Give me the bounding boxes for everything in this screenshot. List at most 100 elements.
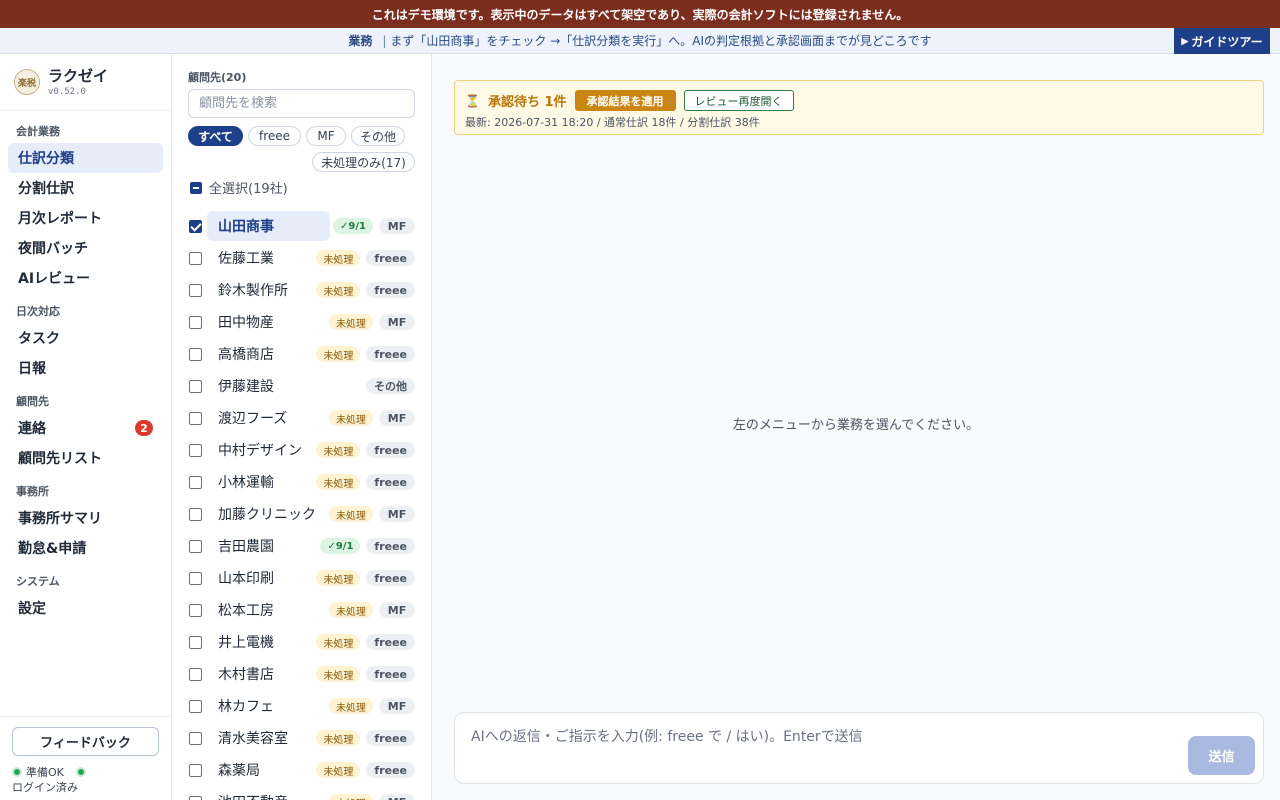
client-checkbox[interactable] [189,476,202,489]
client-checkbox[interactable] [189,252,202,265]
nav-section-title: 会計業務 [16,125,60,138]
sidebar-item-label: 月次レポート [18,211,102,227]
filter-mf[interactable]: MF [306,126,346,146]
client-name[interactable]: 加藤クリニック [207,499,330,529]
client-row: 鈴木製作所 未処理 freee [172,274,431,306]
guide-text: まず「山田商事」をチェック →「仕訳分類を実行」へ。AIの判定根拠と承認画面まで… [390,34,932,48]
client-checkbox[interactable] [189,668,202,681]
client-checkbox[interactable] [189,284,202,297]
client-tags: 未処理 freee [316,346,415,362]
client-software-badge: その他 [366,378,415,394]
client-software-badge: freee [366,570,415,586]
send-button[interactable]: 送信 [1188,736,1255,775]
client-name[interactable]: 井上電機 [207,627,330,657]
client-software-badge: MF [379,698,415,714]
client-status-badge: 未処理 [316,346,361,362]
client-name[interactable]: 小林運輸 [207,467,330,497]
client-software-badge: freee [366,634,415,650]
sidebar-item-label: 夜間バッチ [18,241,88,257]
client-checkbox[interactable] [189,508,202,521]
client-name[interactable]: 森薬局 [207,755,330,785]
sidebar: 楽税 ラクゼイ v0.52.0 会計業務仕訳分類分割仕訳月次レポート 夜間バッチ A… [0,54,172,800]
filter-other[interactable]: その他 [351,126,405,146]
client-name[interactable]: 吉田農園 [207,531,330,561]
sidebar-item[interactable]: AIレビュー [8,263,163,293]
filter-freee[interactable]: freee [248,126,301,146]
filter-all[interactable]: すべて [188,126,243,146]
select-all[interactable]: 全選択(19社) [190,178,288,197]
client-software-badge: MF [379,794,415,800]
client-name[interactable]: 山田商事 [207,211,330,241]
client-checkbox[interactable] [189,700,202,713]
client-checkbox[interactable] [189,796,202,800]
approval-title: 承認待ち 1件 [487,95,567,110]
sidebar-nav: 会計業務仕訳分類分割仕訳月次レポート 夜間バッチ AIレビュー 日次対応タスク 日報顧問… [0,111,171,623]
sidebar-item[interactable]: 設定 [8,593,163,623]
client-software-badge: freee [366,666,415,682]
client-software-badge: freee [366,282,415,298]
client-checkbox[interactable] [189,732,202,745]
reopen-review-button[interactable]: レビュー再度開く [683,90,794,111]
client-name[interactable]: 中村デザイン [207,435,330,465]
client-checkbox[interactable] [189,348,202,361]
client-name[interactable]: 清水美容室 [207,723,330,753]
client-search-input[interactable] [188,89,415,118]
sidebar-item-label: AIレビュー [18,271,91,287]
guide-tour-button[interactable]: ▶ ガイドツアー [1174,28,1270,54]
client-checkbox[interactable] [189,380,202,393]
filter-unprocessed[interactable]: 未処理のみ(17) [312,152,415,172]
brand[interactable]: 楽税 ラクゼイ v0.52.0 [0,54,171,111]
client-name[interactable]: 渡辺フーズ [207,403,330,433]
brand-logo: 楽税 [14,69,40,95]
client-name[interactable]: 鈴木製作所 [207,275,330,305]
client-row: 中村デザイン 未処理 freee [172,434,431,466]
nav-section-title: 日次対応 [16,305,60,318]
sidebar-item[interactable]: 顧問先リスト [8,443,163,473]
indeterminate-checkbox-icon[interactable] [190,181,202,194]
client-name[interactable]: 佐藤工業 [207,243,330,273]
client-name[interactable]: 松本工房 [207,595,330,625]
sidebar-item[interactable]: 夜間バッチ [8,233,163,263]
client-name[interactable]: 林カフェ [207,691,330,721]
client-status-badge: 未処理 [316,730,361,746]
client-software-badge: freee [366,730,415,746]
chat-input[interactable] [471,725,1171,749]
sidebar-item[interactable]: 月次レポート [8,203,163,233]
client-name[interactable]: 田中物産 [207,307,330,337]
client-status-badge: 未処理 [329,506,373,522]
sidebar-item[interactable]: 日報 [8,353,163,383]
client-name[interactable]: 山本印刷 [207,563,330,593]
client-checkbox[interactable] [189,764,202,777]
client-software-badge: MF [379,602,415,618]
status-dot-icon [12,767,22,777]
client-checkbox[interactable] [189,444,202,457]
feedback-button[interactable]: フィードバック [12,727,159,756]
sidebar-item-label: 分割仕訳 [18,181,74,197]
client-checkbox[interactable] [189,636,202,649]
client-checkbox[interactable] [189,412,202,425]
client-row: 木村書店 未処理 freee [172,658,431,690]
apply-approval-button[interactable]: 承認結果を適用 [574,90,676,111]
client-name[interactable]: 伊藤建設 [207,371,330,401]
client-name[interactable]: 池田不動産 [207,787,330,800]
sidebar-item[interactable]: 分割仕訳 [8,173,163,203]
sidebar-item[interactable]: 勤怠&申請 [8,533,163,563]
client-tags: 未処理 MF [329,698,415,714]
client-checkbox[interactable] [189,540,202,553]
client-name[interactable]: 高橋商店 [207,339,330,369]
client-software-badge: MF [379,410,415,426]
client-checkbox[interactable] [189,220,202,233]
client-checkbox[interactable] [189,316,202,329]
sidebar-item[interactable]: タスク [8,323,163,353]
client-checkbox[interactable] [189,604,202,617]
sidebar-item[interactable]: 連絡 2 [8,413,163,443]
client-tags: 未処理 MF [329,314,415,330]
client-software-badge: freee [366,538,415,554]
guide-label: 業務 [348,34,373,48]
client-checkbox[interactable] [189,572,202,585]
approval-meta: 最新: 2026-07-31 18:20 / 通常仕訳 18件 / 分割仕訳 3… [465,116,760,129]
sidebar-item[interactable]: 事務所サマリ [8,503,163,533]
sidebar-item[interactable]: 仕訳分類 [8,143,163,173]
client-name[interactable]: 木村書店 [207,659,330,689]
brand-name: ラクゼイ [48,66,109,85]
